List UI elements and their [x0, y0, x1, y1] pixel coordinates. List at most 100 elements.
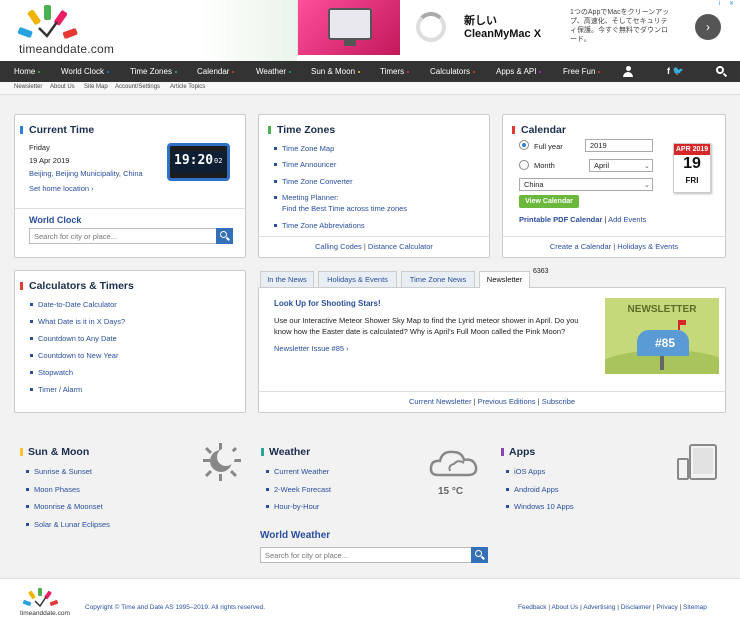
news-box: Look Up for Shooting Stars! Use our Inte…: [258, 287, 726, 413]
ad-close-icon[interactable]: ✕: [729, 0, 734, 7]
country-select[interactable]: China ⌄: [519, 178, 653, 191]
ad-banner[interactable]: 新しい CleanMyMac X 1つのAppでMacをクリーンアップ、高速化、…: [297, 0, 740, 55]
tab-newsletter[interactable]: Newsletter: [479, 271, 530, 288]
list-item[interactable]: Solar & Lunar Eclipses: [26, 520, 110, 529]
nav-search-icon[interactable]: [716, 66, 728, 78]
news-headline[interactable]: Look Up for Shooting Stars!: [274, 299, 381, 308]
list-item[interactable]: What Date is it in X Days?: [29, 317, 125, 326]
list-item[interactable]: iOS Apps: [505, 467, 545, 476]
footer-feedback[interactable]: Feedback: [518, 604, 547, 611]
subnav-newsletter[interactable]: Newsletter: [14, 84, 42, 90]
world-clock-search-button[interactable]: [216, 228, 233, 244]
list-item[interactable]: Timer / Alarm: [29, 385, 82, 394]
set-home-link[interactable]: Set home location ›: [29, 184, 94, 193]
list-item[interactable]: Android Apps: [506, 485, 559, 494]
subnav-account[interactable]: Account/Settings: [115, 84, 160, 90]
site-logo[interactable]: timeanddate.com: [17, 4, 127, 58]
world-weather-title[interactable]: World Weather: [260, 530, 330, 541]
world-weather-search-input[interactable]: [261, 548, 469, 562]
printable-calendar-link[interactable]: Printable PDF Calendar: [519, 215, 602, 224]
calendar-links: Printable PDF Calendar | Add Events: [519, 215, 647, 224]
nav-sun-moon[interactable]: Sun & Moon: [311, 61, 361, 82]
section-bar: [20, 126, 23, 134]
full-year-radio[interactable]: [519, 140, 529, 150]
view-calendar-button[interactable]: View Calendar: [519, 195, 579, 208]
month-radio[interactable]: [519, 160, 529, 170]
list-item[interactable]: Time Zone Map: [273, 144, 334, 153]
social-icons[interactable]: f 🐦: [667, 61, 684, 82]
header-decoration: [200, 0, 297, 61]
section-bar: [512, 126, 515, 134]
footer-about[interactable]: About Us: [552, 604, 579, 611]
news-footer: Current Newsletter | Previous Editions |…: [259, 391, 725, 412]
subnav-about[interactable]: About Us: [50, 84, 75, 90]
weather-temp: 15 °C: [438, 486, 464, 497]
news-body: Use our Interactive Meteor Shower Sky Ma…: [274, 316, 579, 336]
calendar-box: Calendar Full year 2019 Month April ⌄ Ch…: [502, 114, 726, 258]
footer-privacy[interactable]: Privacy: [656, 604, 677, 611]
ad-next-button[interactable]: ›: [695, 14, 721, 40]
user-icon[interactable]: [623, 66, 633, 77]
nav-timers[interactable]: Timers: [380, 61, 410, 82]
world-clock-title[interactable]: World Clock: [29, 215, 81, 225]
current-location[interactable]: Beijing, Beijing Municipality, China: [29, 169, 143, 178]
list-item[interactable]: Current Weather: [265, 467, 329, 476]
list-item[interactable]: Countdown to Any Date: [30, 334, 117, 343]
sub-nav: Newsletter About Us Site Map Account/Set…: [0, 82, 740, 95]
list-item[interactable]: Windows 10 Apps: [506, 502, 574, 511]
list-item[interactable]: Stopwatch: [29, 368, 73, 377]
full-year-label: Full year: [534, 142, 563, 151]
nav-free-fun[interactable]: Free Fun: [563, 61, 601, 82]
tab-in-the-news[interactable]: In the News: [260, 271, 314, 287]
nav-apps-api[interactable]: Apps & API: [496, 61, 542, 82]
subnav-topics[interactable]: Article Topics: [170, 84, 205, 90]
footer-disclaimer[interactable]: Disclaimer: [621, 604, 651, 611]
list-item[interactable]: Meeting Planner:: [274, 193, 339, 202]
ad-brand: CleanMyMac X: [464, 28, 542, 40]
cloud-icon: [429, 450, 478, 477]
footer-logo-icon: [22, 588, 59, 608]
copyright-text: Copyright © Time and Date AS 1995–2019. …: [85, 604, 266, 611]
nav-calendar[interactable]: Calendar: [197, 61, 235, 82]
clock-time: 19:20: [174, 153, 214, 168]
nav-calculators[interactable]: Calculators: [430, 61, 476, 82]
nav-weather[interactable]: Weather: [256, 61, 292, 82]
list-item[interactable]: Countdown to New Year: [29, 351, 118, 360]
calendar-footer: Create a Calendar | Holidays & Events: [503, 236, 725, 257]
current-time-title: Current Time: [29, 124, 95, 136]
meeting-planner-sub[interactable]: Find the Best Time across time zones: [282, 204, 407, 213]
world-weather-search-button[interactable]: [471, 547, 488, 563]
tab-time-zone-news[interactable]: Time Zone News: [401, 271, 475, 287]
list-item[interactable]: Sunrise & Sunset: [26, 467, 92, 476]
tab-holidays-events[interactable]: Holidays & Events: [318, 271, 397, 287]
footer-logo-text[interactable]: timeanddate.com: [20, 610, 70, 617]
list-item[interactable]: Hour-by-Hour: [265, 502, 319, 511]
month-select[interactable]: April ⌄: [589, 159, 653, 172]
section-bar: [20, 448, 23, 456]
month-label: Month: [534, 161, 555, 170]
list-item[interactable]: Moon Phases: [26, 485, 80, 494]
list-item[interactable]: Time Zone Converter: [274, 177, 353, 186]
nav-home[interactable]: Home: [14, 61, 41, 82]
nav-world-clock[interactable]: World Clock: [61, 61, 109, 82]
logo-mark-icon: [17, 5, 78, 39]
footer-advertising[interactable]: Advertising: [583, 604, 615, 611]
year-field[interactable]: 2019: [585, 139, 653, 152]
newsletter-issue-link[interactable]: Newsletter Issue #85 ›: [274, 344, 349, 353]
add-events-link[interactable]: Add Events: [608, 215, 646, 224]
site-header: timeanddate.com 新しい CleanMyMac X 1つのAppで…: [0, 0, 740, 61]
list-item[interactable]: 2-Week Forecast: [266, 485, 331, 494]
footer-links: Feedback | About Us | Advertising | Disc…: [518, 604, 707, 611]
ad-info-icon[interactable]: i: [719, 1, 720, 7]
list-item[interactable]: Time Announcer: [273, 160, 336, 169]
world-clock-search-input[interactable]: [30, 229, 214, 243]
subnav-sitemap[interactable]: Site Map: [84, 84, 108, 90]
clock-display: 19:20 02: [167, 143, 230, 181]
footer-sitemap[interactable]: Sitemap: [683, 604, 707, 611]
list-item[interactable]: Moonrise & Moonset: [26, 502, 103, 511]
current-date: 19 Apr 2019: [29, 156, 70, 165]
chevron-right-icon: ›: [91, 184, 94, 193]
nav-time-zones[interactable]: Time Zones: [130, 61, 177, 82]
list-item[interactable]: Date-to-Date Calculator: [30, 300, 117, 309]
list-item[interactable]: Time Zone Abbreviations: [274, 221, 365, 230]
